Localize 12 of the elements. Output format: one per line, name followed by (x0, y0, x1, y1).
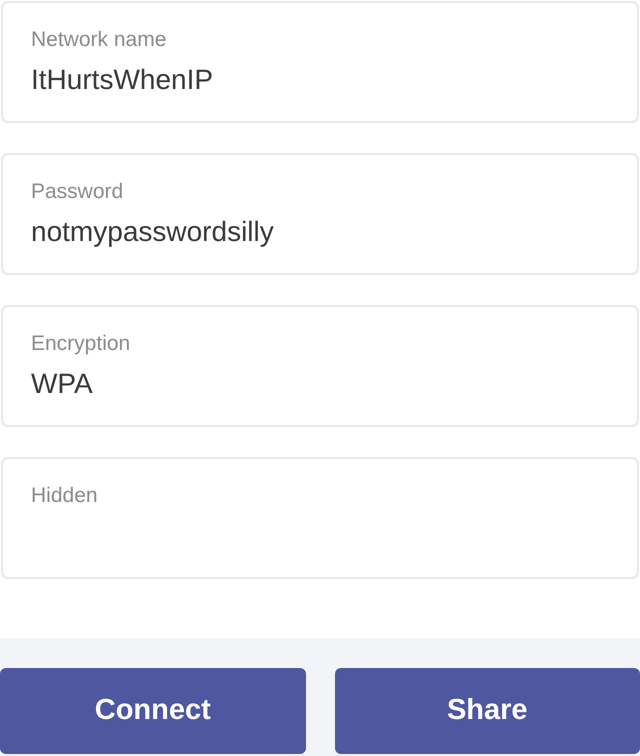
field-label: Network name (31, 27, 168, 53)
action-button[interactable]: Share (334, 668, 640, 754)
field-card[interactable]: Network name ItHurtsWhenIP (1, 1, 639, 123)
field-card[interactable]: Password notmypasswordsilly (1, 153, 639, 275)
field-card[interactable]: Encryption WPA (1, 305, 639, 427)
field-value: ItHurtsWhenIP (31, 63, 214, 97)
field-label: Password (31, 179, 124, 205)
field-value: WPA (31, 367, 94, 401)
field-value: notmypasswordsilly (31, 215, 275, 249)
field-label: Hidden (31, 483, 99, 509)
action-button[interactable]: Connect (0, 668, 306, 754)
field-label: Encryption (31, 331, 132, 357)
